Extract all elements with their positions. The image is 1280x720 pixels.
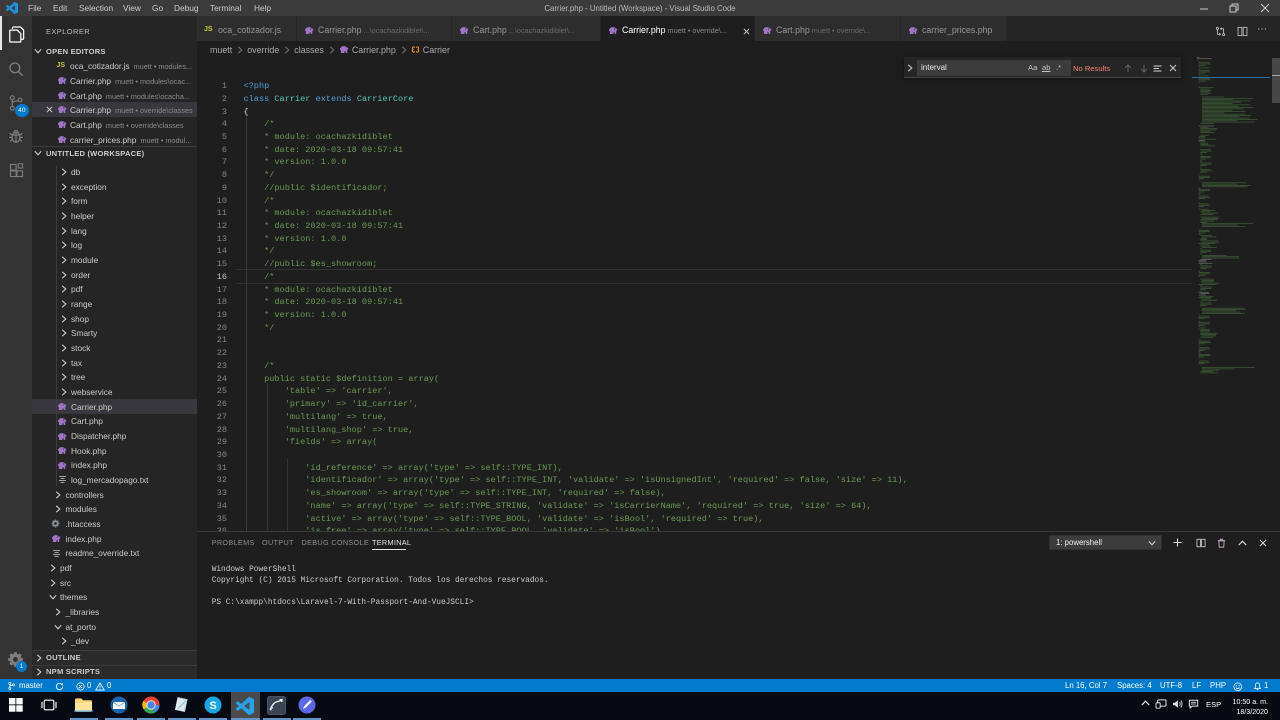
svg-text:S: S: [209, 700, 216, 712]
